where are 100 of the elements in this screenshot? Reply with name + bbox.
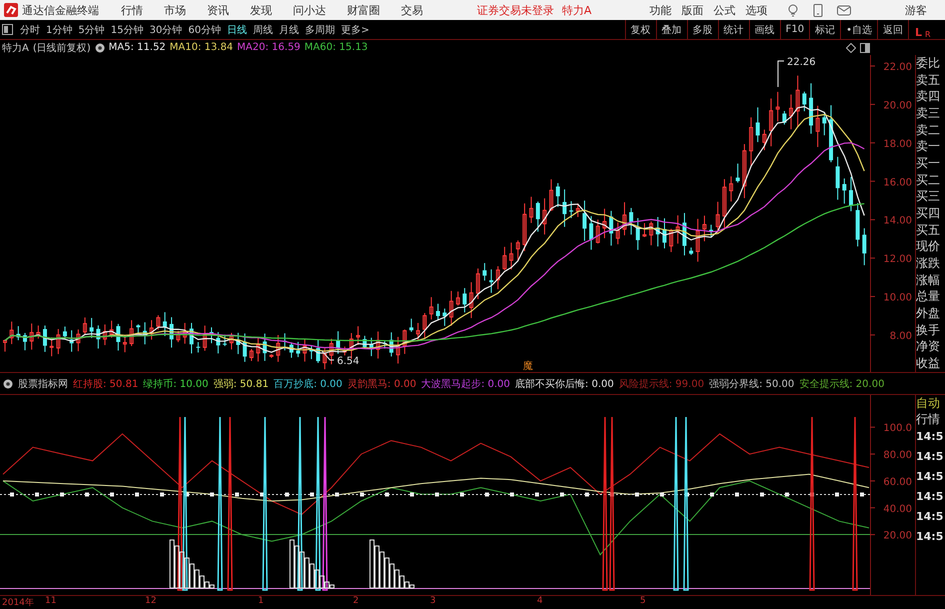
axis-label: 10.00 bbox=[883, 292, 912, 304]
panel-icon[interactable] bbox=[2, 24, 13, 35]
settings-icon[interactable] bbox=[3, 378, 13, 388]
candlestick bbox=[409, 318, 414, 332]
candlestick bbox=[16, 326, 20, 341]
menu-item[interactable]: 交易 bbox=[401, 2, 423, 18]
quote-field: 卖二 bbox=[916, 122, 945, 138]
mode-label[interactable]: 行情 bbox=[916, 411, 945, 427]
lightbulb-icon[interactable] bbox=[786, 4, 799, 16]
indicator-value: 安全提示线: 20.00 bbox=[799, 378, 884, 390]
candlestick bbox=[329, 338, 334, 365]
menu-item[interactable]: 行情 bbox=[121, 2, 143, 18]
candlestick bbox=[102, 324, 107, 346]
period-tab[interactable]: 多周期 bbox=[302, 22, 338, 36]
date-label: 5 bbox=[640, 596, 646, 606]
candlestick bbox=[462, 288, 467, 313]
leader-line bbox=[322, 350, 334, 360]
date-label: 1 bbox=[258, 596, 264, 606]
candlestick bbox=[236, 332, 240, 355]
candlestick bbox=[516, 240, 520, 262]
candlestick bbox=[249, 348, 254, 362]
indicator-value: 大波黑马起步: 0.00 bbox=[421, 378, 510, 390]
candlestick bbox=[656, 216, 660, 247]
candlestick bbox=[722, 178, 726, 230]
menu-item[interactable]: 发现 bbox=[250, 2, 272, 18]
menu-item[interactable]: 版面 bbox=[682, 2, 704, 18]
menu-item[interactable]: 财富圈 bbox=[347, 2, 380, 18]
period-tab[interactable]: 月线 bbox=[276, 22, 302, 36]
candlestick bbox=[502, 246, 507, 271]
candlestick bbox=[682, 212, 686, 256]
mail-icon[interactable] bbox=[836, 4, 851, 16]
date-label: 11 bbox=[45, 596, 56, 606]
period-tab[interactable]: 日线 bbox=[224, 22, 250, 36]
phone-icon[interactable] bbox=[812, 4, 823, 16]
diamond-icon[interactable] bbox=[846, 42, 856, 52]
candlestick bbox=[809, 82, 814, 134]
axis-label: 22.00 bbox=[883, 62, 912, 73]
menu-item[interactable]: 功能 bbox=[650, 2, 672, 18]
candlestick bbox=[56, 328, 60, 355]
candlestick bbox=[269, 354, 274, 358]
period-tab[interactable]: 1分钟 bbox=[43, 22, 76, 36]
candlestick bbox=[862, 228, 866, 266]
indicator-value: 风险提示线: 99.00 bbox=[618, 378, 704, 390]
candlestick bbox=[76, 328, 80, 352]
candlestick bbox=[30, 323, 34, 350]
candlestick bbox=[756, 106, 760, 143]
candlestick bbox=[476, 268, 480, 300]
candlestick bbox=[356, 326, 360, 346]
period-tab[interactable]: 60分钟 bbox=[185, 22, 224, 36]
logo-icon[interactable] bbox=[4, 3, 18, 17]
menu-item[interactable]: 资讯 bbox=[207, 2, 229, 18]
candlestick bbox=[422, 312, 427, 340]
quote-field: 卖三 bbox=[916, 106, 945, 121]
menu-item[interactable]: 公式 bbox=[714, 2, 736, 18]
candlestick bbox=[402, 329, 407, 354]
mode-label[interactable]: 自动 bbox=[916, 395, 945, 411]
period-tab[interactable]: 30分钟 bbox=[146, 22, 186, 36]
app-name: 通达信金融终端 bbox=[22, 2, 99, 18]
quote-field: 买二 bbox=[916, 172, 945, 188]
candlestick bbox=[769, 98, 774, 147]
candlestick bbox=[22, 332, 27, 351]
user-label[interactable]: 游客 bbox=[905, 2, 927, 18]
period-tab[interactable]: 更多> bbox=[338, 22, 372, 36]
candlestick bbox=[669, 228, 674, 253]
candlestick bbox=[82, 316, 87, 336]
settings-icon[interactable] bbox=[94, 42, 105, 52]
candlestick bbox=[170, 316, 174, 348]
candlestick bbox=[362, 335, 367, 350]
candlestick bbox=[3, 339, 7, 352]
candlestick bbox=[762, 129, 766, 151]
menu-item[interactable]: 选项 bbox=[746, 2, 768, 18]
axis-label: 8.00 bbox=[890, 330, 912, 342]
candlestick bbox=[282, 332, 287, 351]
candlestick bbox=[96, 324, 100, 350]
period-tab[interactable]: 5分钟 bbox=[75, 22, 108, 36]
quote-field: 总量 bbox=[916, 289, 945, 304]
candlestick bbox=[136, 324, 140, 334]
quote-field: 卖一 bbox=[916, 139, 945, 154]
candlestick bbox=[442, 308, 447, 326]
axis-label: 100.0 bbox=[883, 423, 912, 434]
candlestick bbox=[389, 332, 394, 357]
period-tab[interactable]: 分时 bbox=[17, 22, 43, 36]
corner-label: R bbox=[925, 30, 931, 39]
window-icon[interactable] bbox=[860, 42, 870, 52]
candlestick bbox=[176, 330, 180, 343]
candlestick bbox=[589, 216, 594, 250]
candlestick bbox=[696, 218, 700, 262]
signal-marker: 魔 bbox=[523, 361, 533, 372]
indicator-value: 绿持币: 10.00 bbox=[143, 378, 208, 390]
price-annotation: 22.26 bbox=[787, 57, 816, 68]
period-tab[interactable]: 周线 bbox=[250, 22, 276, 36]
candlestick bbox=[816, 105, 820, 148]
candlestick bbox=[202, 325, 207, 352]
menu-item[interactable]: 问小达 bbox=[293, 2, 326, 18]
candlestick bbox=[469, 282, 474, 319]
candlestick bbox=[716, 201, 720, 234]
menu-item[interactable]: 市场 bbox=[164, 2, 186, 18]
period-tab[interactable]: 15分钟 bbox=[108, 22, 146, 36]
quote-field: 净资 bbox=[916, 339, 945, 354]
trade-time: 14:5 bbox=[916, 529, 944, 545]
